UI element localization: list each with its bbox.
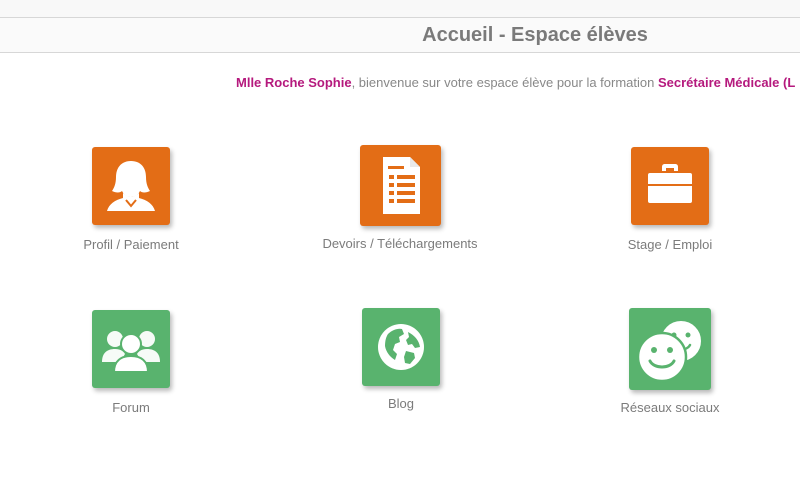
tile-label-forum[interactable]: Forum bbox=[31, 400, 231, 415]
smiley-faces-icon bbox=[636, 319, 703, 383]
tile-label-profile-payment[interactable]: Profil / Paiement bbox=[31, 237, 231, 252]
tile-label-homework-downloads[interactable]: Devoirs / Téléchargements bbox=[300, 236, 500, 251]
forum-tile[interactable] bbox=[92, 310, 170, 388]
profile-payment-tile[interactable] bbox=[92, 147, 170, 225]
tile-label-internship-job[interactable]: Stage / Emploi bbox=[570, 237, 770, 252]
document-list-icon bbox=[383, 157, 420, 214]
welcome-message: Mlle Roche Sophie, bienvenue sur votre e… bbox=[236, 75, 795, 90]
globe-icon bbox=[378, 324, 424, 370]
internship-job-tile[interactable] bbox=[631, 147, 709, 225]
social-networks-tile[interactable] bbox=[629, 308, 711, 390]
welcome-text: , bienvenue sur votre espace élève pour … bbox=[351, 75, 658, 90]
top-bar bbox=[0, 0, 800, 18]
page-title: Accueil - Espace élèves bbox=[422, 24, 648, 46]
student-name: Mlle Roche Sophie bbox=[236, 75, 352, 90]
tile-label-social-networks[interactable]: Réseaux sociaux bbox=[570, 400, 770, 415]
formation-name: Secrétaire Médicale (L bbox=[657, 75, 796, 90]
briefcase-icon bbox=[648, 164, 692, 203]
user-female-icon bbox=[107, 161, 155, 211]
blog-tile[interactable] bbox=[362, 308, 440, 386]
users-group-icon bbox=[102, 331, 160, 373]
homework-downloads-tile[interactable] bbox=[360, 145, 441, 226]
tile-label-blog[interactable]: Blog bbox=[301, 396, 501, 411]
title-bar: Accueil - Espace élèves bbox=[0, 18, 800, 53]
